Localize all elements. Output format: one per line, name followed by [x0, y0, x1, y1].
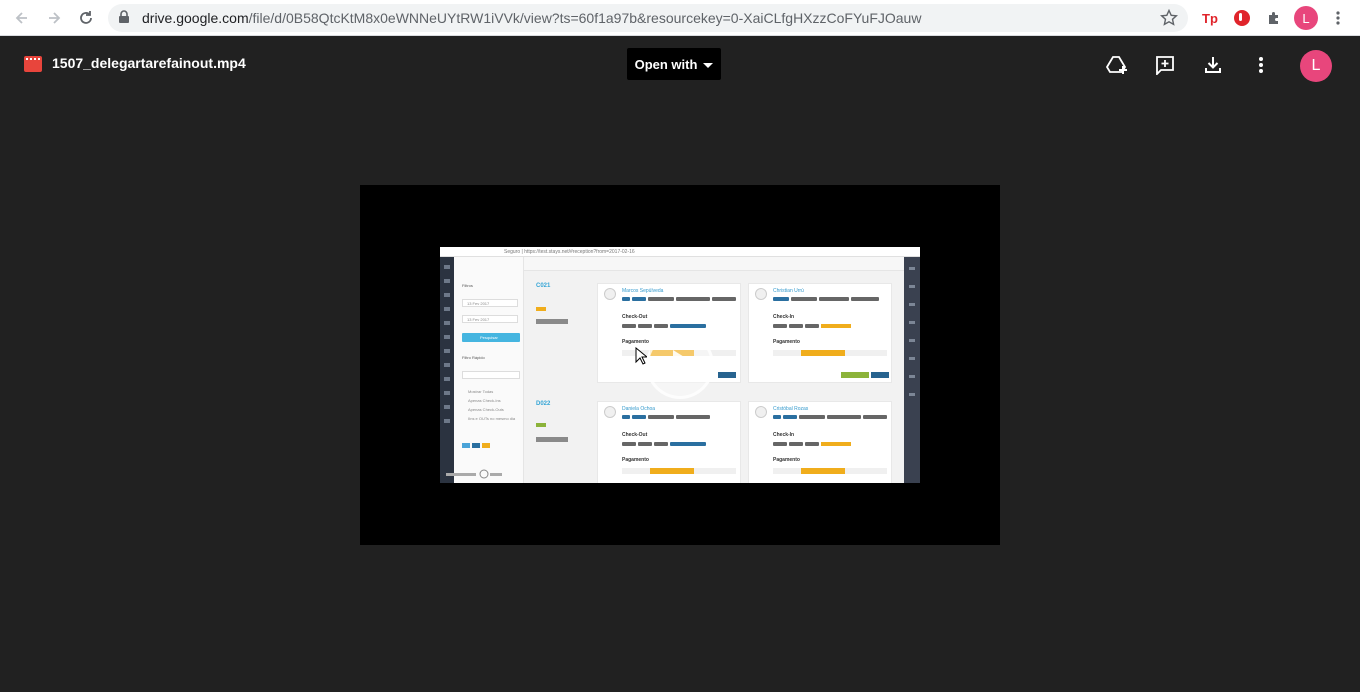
url-host: drive.google.com — [142, 10, 249, 26]
thumb-unit-code: D022 — [536, 401, 551, 407]
thumb-guest-avatar — [755, 406, 767, 418]
vertical-dots-icon — [1259, 57, 1263, 73]
recorder-watermark-icon — [446, 469, 502, 479]
thumb-section-label: Check-Out — [622, 432, 648, 438]
forward-arrow-icon — [49, 12, 61, 24]
thumb-guest-avatar — [604, 406, 616, 418]
thumb-search-button: Pesquisar — [462, 333, 520, 342]
video-player[interactable]: Seguro | https://test.stays.net/#recepti… — [360, 185, 1000, 545]
opera-extension-icon — [1234, 10, 1250, 26]
thumb-guest-name: Daniela Ochoa — [622, 406, 656, 412]
reload-icon — [80, 11, 92, 24]
download-icon — [1205, 57, 1221, 73]
video-file-icon — [24, 56, 42, 72]
thumb-option-1: Apenas Check-Ins — [468, 398, 501, 403]
thumb-date-to: 13 Fev 2017 — [462, 315, 518, 323]
extension-opera[interactable] — [1230, 6, 1254, 30]
thumb-payment-label: Pagamento — [622, 339, 649, 345]
thumb-sidebar — [440, 257, 454, 483]
thumb-guest-name: Cristóbal Rozas — [773, 406, 809, 412]
back-arrow-icon — [15, 12, 27, 24]
thumb-payment-label: Pagamento — [773, 457, 800, 463]
thumb-search-label: Pesquisar — [480, 335, 498, 340]
thumb-browser-bar: Seguro | https://test.stays.net/#recepti… — [440, 247, 920, 257]
thumb-guest-name: Christian Urrú — [773, 288, 804, 294]
file-name: 1507_delegartarefainout.mp4 — [52, 55, 246, 71]
thumb-guest-name: Marcos Sepúlveda — [622, 288, 664, 294]
thumb-unit-code: C021 — [536, 283, 551, 289]
thumb-section-label: Check-Out — [622, 314, 648, 320]
url-path: /file/d/0B58QtcKtM8x0eWNNeUYtRW1iVVk/vie… — [248, 10, 922, 26]
add-comment-button[interactable] — [1153, 53, 1177, 77]
account-avatar[interactable]: L — [1300, 50, 1332, 82]
browser-menu-button[interactable] — [1326, 6, 1350, 30]
lock-icon — [119, 10, 129, 23]
extensions-button[interactable] — [1262, 6, 1286, 30]
thumb-date-from: 13 Fev 2017 — [462, 299, 518, 307]
thumb-filter-panel: Filtros 13 Fev 2017 13 Fev 2017 Pesquisa… — [454, 257, 524, 483]
tp-extension-icon: Tp — [1202, 10, 1218, 26]
add-to-drive-icon — [1106, 56, 1127, 74]
thumb-guest-card: Christian Urrú Check-In Pagamento — [748, 283, 892, 383]
thumb-option-3: IIns e OUTs no mesmo dia — [468, 416, 516, 421]
puzzle-icon — [1269, 12, 1278, 24]
reload-button[interactable] — [74, 6, 98, 30]
play-button-icon[interactable] — [646, 331, 714, 399]
thumb-guest-card: Daniela Ochoa Check-Out Pagamento — [597, 401, 741, 483]
forward-button[interactable] — [42, 6, 66, 30]
thumb-payment-label: Pagamento — [622, 457, 649, 463]
thumb-date-to-text: 13 Fev 2017 — [467, 317, 490, 322]
open-with-label: Open with — [634, 56, 698, 72]
download-button[interactable] — [1201, 53, 1225, 77]
thumb-right-toolbar — [904, 257, 920, 483]
thumb-quick-filter-title: Filtro Rápido — [462, 355, 485, 360]
vertical-dots-icon — [1336, 11, 1340, 25]
thumb-guest-avatar — [755, 288, 767, 300]
thumb-option-2: Apenas Check-Outs — [468, 407, 504, 412]
address-url: drive.google.com/file/d/0B58QtcKtM8x0eWN… — [142, 10, 921, 26]
caret-down-icon — [703, 62, 714, 68]
thumb-guest-card: Cristóbal Rozas Check-In Pagamento — [748, 401, 892, 483]
thumb-date-from-text: 13 Fev 2017 — [467, 301, 490, 306]
thumb-payment-label: Pagamento — [773, 339, 800, 345]
add-shortcut-button[interactable] — [1105, 53, 1129, 77]
open-with-button[interactable]: Open with — [627, 48, 721, 80]
more-actions-button[interactable] — [1249, 53, 1273, 77]
thumb-quick-filter-input — [462, 371, 520, 379]
extension-tp[interactable]: Tp — [1198, 6, 1222, 30]
browser-profile-avatar[interactable]: L — [1294, 6, 1318, 30]
viewer-header: 1507_delegartarefainout.mp4 Open with L — [0, 36, 1360, 92]
back-button[interactable] — [10, 6, 34, 30]
thumb-section-label: Check-In — [773, 432, 795, 438]
thumb-guest-avatar — [604, 288, 616, 300]
browser-toolbar: drive.google.com/file/d/0B58QtcKtM8x0eWN… — [0, 0, 1360, 36]
bookmark-star-icon[interactable] — [1160, 9, 1178, 27]
thumb-option-0: Mostrar Todas — [468, 389, 494, 394]
thumb-url: Seguro | https://test.stays.net/#recepti… — [504, 249, 635, 255]
thumb-section-label: Check-In — [773, 314, 795, 320]
address-bar[interactable]: drive.google.com/file/d/0B58QtcKtM8x0eWN… — [108, 4, 1188, 32]
thumb-filters-title: Filtros — [462, 283, 473, 288]
add-comment-icon — [1156, 56, 1174, 75]
